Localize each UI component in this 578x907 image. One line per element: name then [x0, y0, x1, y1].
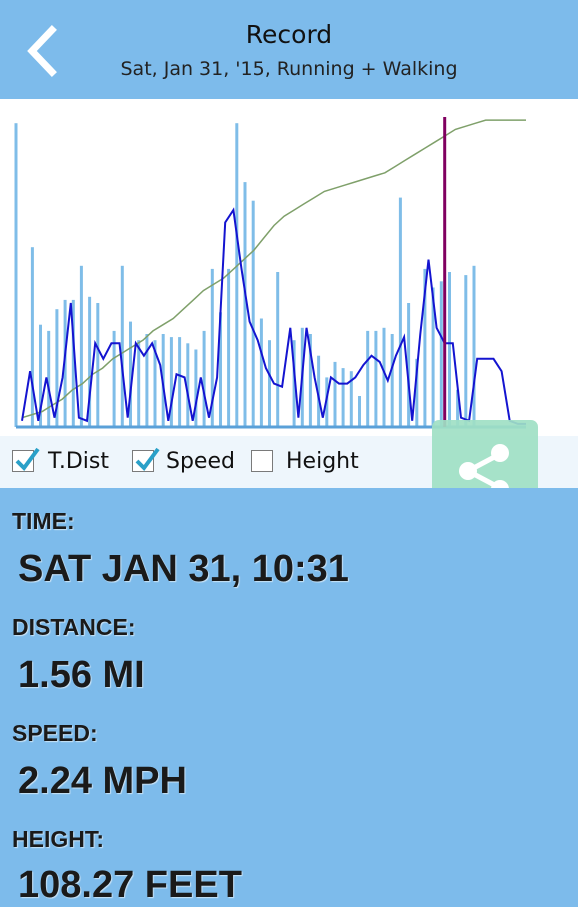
chart-bar: [14, 123, 18, 427]
page-title: Record: [245, 20, 333, 49]
record-subtitle: Sat, Jan 31, '15, Running + Walking: [120, 58, 458, 80]
speed-info-label: SPEED:: [12, 720, 98, 746]
speed-checkbox[interactable]: [132, 447, 160, 472]
chart-bar: [202, 330, 206, 427]
chart-bar: [194, 349, 198, 427]
chart-bar: [390, 334, 394, 427]
check-icon: [15, 447, 40, 472]
time-label: TIME:: [12, 508, 75, 534]
chart-bar: [178, 337, 182, 427]
height-checkbox[interactable]: [251, 450, 273, 472]
chart-bar: [79, 265, 83, 427]
chart-bar: [112, 330, 116, 427]
chart-bar: [398, 197, 402, 427]
chart-bar: [358, 396, 361, 427]
chart-bar: [235, 123, 239, 427]
chart-bar: [374, 330, 378, 427]
distance-value: 1.56 MI: [18, 654, 145, 696]
chart-bar: [276, 272, 280, 427]
record-details: TIME: SAT JAN 31, 10:31 DISTANCE: 1.56 M…: [0, 488, 578, 906]
chart-bar: [137, 340, 141, 427]
chart-bar: [366, 330, 370, 427]
chart-bar: [251, 200, 255, 427]
chart-area[interactable]: [0, 99, 578, 436]
tdist-label[interactable]: T.Dist: [48, 449, 109, 474]
chart-bar: [439, 281, 443, 427]
chart-bar: [268, 340, 271, 427]
app-bar: Record Sat, Jan 31, '15, Running + Walki…: [0, 0, 578, 99]
height-info-label: HEIGHT:: [12, 826, 104, 852]
speed-value: 2.24 MPH: [18, 760, 187, 802]
chart-bar: [382, 327, 386, 427]
time-value: SAT JAN 31, 10:31: [18, 548, 349, 590]
chart-bar: [464, 275, 468, 427]
chart-bar: [227, 268, 231, 427]
check-icon: [135, 447, 160, 472]
tdist-checkbox[interactable]: [12, 447, 40, 472]
chart-bar: [448, 272, 451, 427]
distance-label: DISTANCE:: [12, 614, 136, 640]
chart-bar: [472, 265, 476, 427]
height-label[interactable]: Height: [286, 449, 359, 474]
chart-bar: [333, 361, 337, 427]
activity-chart[interactable]: [0, 99, 578, 436]
chart-bar: [341, 368, 345, 427]
speed-label[interactable]: Speed: [166, 449, 235, 474]
height-value: 108.27 FEET: [18, 864, 242, 906]
chart-bar: [96, 303, 100, 427]
chart-bar: [259, 318, 263, 427]
chart-bar: [30, 247, 34, 427]
chart-bar: [120, 265, 124, 427]
